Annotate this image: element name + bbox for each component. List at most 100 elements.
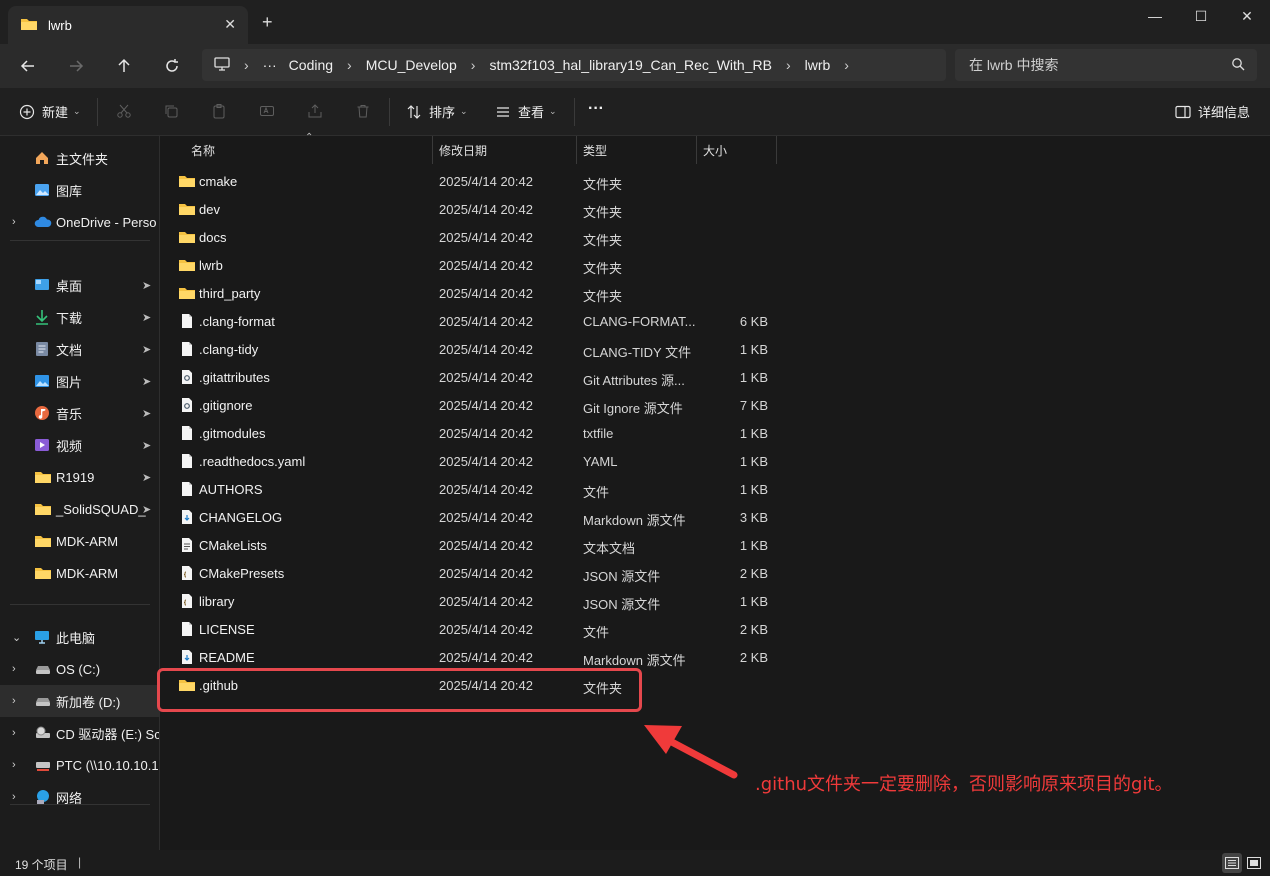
close-window-button[interactable]: ✕ <box>1224 0 1270 32</box>
close-tab-icon[interactable]: ✕ <box>224 16 236 33</box>
chevron-icon[interactable]: › <box>12 759 16 771</box>
json-file-icon <box>178 593 196 609</box>
sidebar-item[interactable]: 主文件夹 <box>0 142 159 174</box>
sort-button[interactable]: 排序 ⌄ <box>405 102 468 121</box>
file-row[interactable]: CHANGELOG 2025/4/14 20:42 Markdown 源文件 3 KB <box>160 503 1270 531</box>
file-row[interactable]: .clang-format 2025/4/14 20:42 CLANG-FORMAT… <box>160 307 1270 335</box>
file-row[interactable]: cmake 2025/4/14 20:42 文件夹 <box>160 167 1270 195</box>
forward-button[interactable] <box>62 52 90 80</box>
column-divider[interactable] <box>432 136 433 164</box>
sidebar-item[interactable]: › CD 驱动器 (E:) Sc <box>0 717 159 749</box>
breadcrumb-chevron-icon[interactable]: › <box>347 57 352 73</box>
file-name: third_party <box>199 286 261 301</box>
maximize-button[interactable]: ☐ <box>1178 0 1224 32</box>
new-tab-button[interactable]: + <box>262 12 273 33</box>
file-row[interactable]: README 2025/4/14 20:42 Markdown 源文件 2 KB <box>160 643 1270 671</box>
column-header-name[interactable]: 名称 <box>191 136 215 164</box>
sidebar-item[interactable]: › OS (C:) <box>0 653 159 685</box>
column-divider[interactable] <box>576 136 577 164</box>
sidebar-item[interactable]: _SolidSQUAD_ ➤ <box>0 493 159 525</box>
file-row[interactable]: LICENSE 2025/4/14 20:42 文件 2 KB <box>160 615 1270 643</box>
sidebar-item[interactable]: 音乐 ➤ <box>0 397 159 429</box>
tiles-view-button[interactable] <box>1244 853 1264 873</box>
breadcrumb-overflow[interactable]: ··· <box>263 57 277 73</box>
breadcrumb-project[interactable]: stm32f103_hal_library19_Can_Rec_With_RB <box>489 57 772 73</box>
share-button[interactable] <box>306 102 330 120</box>
sidebar-item[interactable]: R1919 ➤ <box>0 461 159 493</box>
file-file-icon <box>178 481 196 497</box>
sidebar-item[interactable]: 桌面 ➤ <box>0 269 159 301</box>
details-view-button[interactable] <box>1222 853 1242 873</box>
new-button[interactable]: 新建 ⌄ <box>18 102 81 121</box>
sidebar-item[interactable]: › PTC (\\10.10.10.1 <box>0 749 159 781</box>
sidebar-item[interactable]: 下载 ➤ <box>0 301 159 333</box>
sidebar-item-label: 文档 <box>56 342 83 358</box>
file-row[interactable]: CMakeLists 2025/4/14 20:42 文本文档 1 KB <box>160 531 1270 559</box>
chevron-icon[interactable]: ⌄ <box>12 631 21 644</box>
video-icon <box>34 437 50 453</box>
sidebar-item[interactable]: 文档 ➤ <box>0 333 159 365</box>
file-size: 1 KB <box>739 538 768 553</box>
file-row[interactable]: .gitmodules 2025/4/14 20:42 txtfile 1 KB <box>160 419 1270 447</box>
file-row[interactable]: .gitattributes 2025/4/14 20:42 Git Attribu… <box>160 363 1270 391</box>
sidebar-item[interactable]: 视频 ➤ <box>0 429 159 461</box>
sidebar-item[interactable]: › 网络 <box>0 781 159 813</box>
search-input[interactable]: 在 lwrb 中搜索 <box>955 49 1257 81</box>
column-header-type[interactable]: 类型 <box>583 136 607 164</box>
file-row[interactable]: .clang-tidy 2025/4/14 20:42 CLANG-TIDY 文件 1… <box>160 335 1270 363</box>
file-row[interactable]: docs 2025/4/14 20:42 文件夹 <box>160 223 1270 251</box>
minimize-button[interactable]: — <box>1132 0 1178 32</box>
rename-button[interactable] <box>258 102 282 120</box>
column-divider[interactable] <box>776 136 777 164</box>
sidebar-item[interactable]: ⌄ 此电脑 <box>0 621 159 653</box>
chevron-icon[interactable]: › <box>12 695 16 707</box>
sidebar-item[interactable]: 图库 <box>0 174 159 206</box>
cut-button[interactable] <box>115 102 139 120</box>
delete-button[interactable] <box>354 102 378 120</box>
file-row[interactable]: .gitignore 2025/4/14 20:42 Git Ignore 源文件 7… <box>160 391 1270 419</box>
sidebar-item[interactable]: MDK-ARM <box>0 557 159 589</box>
chevron-icon[interactable]: › <box>12 663 16 675</box>
text-file-icon <box>178 537 196 553</box>
breadcrumb-mcu-develop[interactable]: MCU_Develop <box>366 57 457 73</box>
paste-button[interactable] <box>210 102 234 120</box>
sidebar-item[interactable]: 图片 ➤ <box>0 365 159 397</box>
refresh-button[interactable] <box>158 52 186 80</box>
file-row[interactable]: CMakePresets 2025/4/14 20:42 JSON 源文件 2 KB <box>160 559 1270 587</box>
file-row[interactable]: library 2025/4/14 20:42 JSON 源文件 1 KB <box>160 587 1270 615</box>
more-options-button[interactable]: ··· <box>588 100 604 118</box>
breadcrumb-chevron-icon[interactable]: › <box>471 57 476 73</box>
chevron-icon[interactable]: › <box>12 727 16 739</box>
details-pane-button[interactable]: 详细信息 <box>1174 102 1250 121</box>
breadcrumb-lwrb[interactable]: lwrb <box>805 57 831 73</box>
chevron-icon[interactable]: › <box>12 216 16 228</box>
file-date: 2025/4/14 20:42 <box>439 594 533 609</box>
back-button[interactable] <box>14 52 42 80</box>
file-row[interactable]: dev 2025/4/14 20:42 文件夹 <box>160 195 1270 223</box>
markdown-file-icon <box>178 649 196 665</box>
chevron-icon[interactable]: › <box>12 791 16 803</box>
file-row[interactable]: lwrb 2025/4/14 20:42 文件夹 <box>160 251 1270 279</box>
file-row[interactable]: AUTHORS 2025/4/14 20:42 文件 1 KB <box>160 475 1270 503</box>
sidebar-item-label: 图片 <box>56 374 83 390</box>
breadcrumb-chevron-icon[interactable]: › <box>244 57 249 73</box>
sidebar-item[interactable]: › OneDrive - Perso <box>0 206 159 238</box>
breadcrumb-chevron-icon[interactable]: › <box>844 57 849 73</box>
sidebar-item[interactable]: › 新加卷 (D:) <box>0 685 159 717</box>
copy-button[interactable] <box>162 102 186 120</box>
sidebar-item[interactable]: MDK-ARM <box>0 525 159 557</box>
up-button[interactable] <box>110 52 138 80</box>
folder-icon <box>34 533 51 549</box>
breadcrumb-chevron-icon[interactable]: › <box>786 57 791 73</box>
column-header-size[interactable]: 大小 <box>703 136 727 164</box>
tab-lwrb[interactable]: lwrb ✕ <box>8 6 248 44</box>
column-header-date[interactable]: 修改日期 <box>439 136 487 164</box>
file-row[interactable]: third_party 2025/4/14 20:42 文件夹 <box>160 279 1270 307</box>
column-divider[interactable] <box>696 136 697 164</box>
address-bar[interactable]: › ··· Coding › MCU_Develop › stm32f103_h… <box>202 49 946 81</box>
view-button[interactable]: 查看 ⌄ <box>494 102 557 121</box>
file-row[interactable]: .readthedocs.yaml 2025/4/14 20:42 YAML 1 KB <box>160 447 1270 475</box>
file-name: CMakeLists <box>199 538 267 553</box>
divider <box>389 98 390 126</box>
breadcrumb-coding[interactable]: Coding <box>289 57 333 73</box>
